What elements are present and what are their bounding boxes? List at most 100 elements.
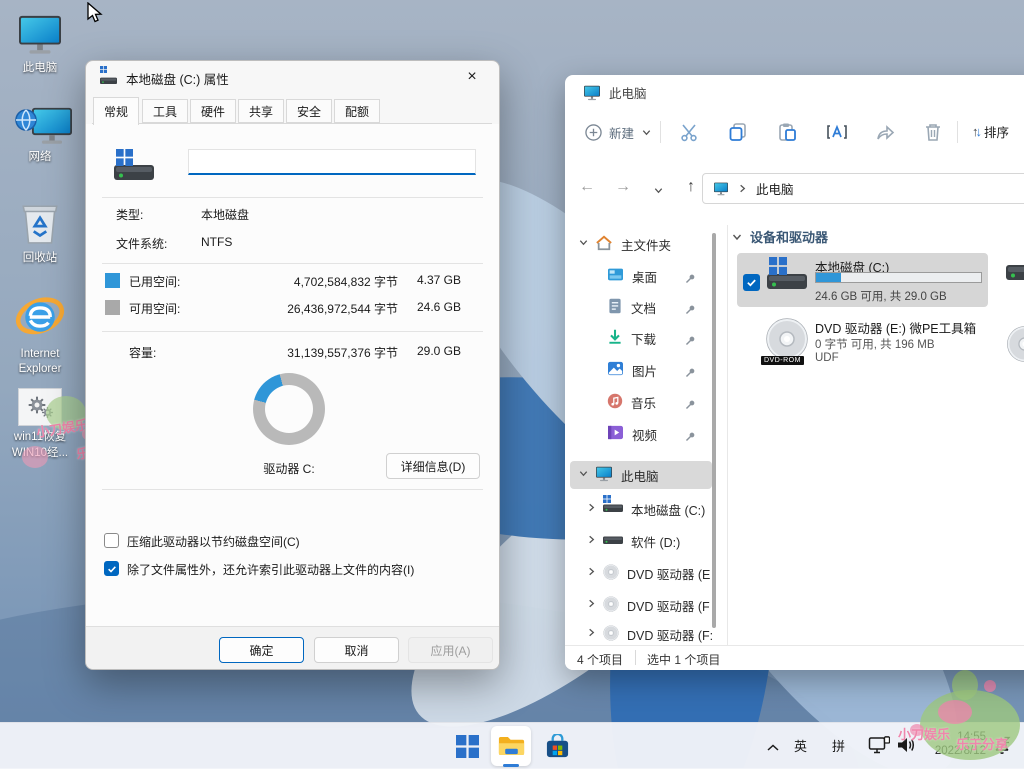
pin-icon <box>685 397 696 415</box>
tray-overflow-chevron[interactable] <box>766 740 780 758</box>
this-pc-icon <box>17 14 63 56</box>
clock[interactable]: 14:55 2022/8/12 <box>920 730 986 758</box>
videos-icon <box>607 425 624 440</box>
new-button[interactable]: 新建 <box>585 123 652 142</box>
selection-checkbox[interactable] <box>743 274 760 291</box>
download-icon <box>607 329 623 345</box>
copy-button[interactable] <box>728 122 748 147</box>
sidebar-item-label: 本地磁盘 (C:) <box>631 500 705 519</box>
tab-quota[interactable]: 配额 <box>334 99 380 123</box>
taskbar-file-explorer-button[interactable] <box>491 726 531 766</box>
start-button[interactable] <box>447 726 487 766</box>
pin-icon <box>685 271 696 289</box>
sort-button[interactable]: ↑↓ 排序 <box>972 122 1009 141</box>
dvd-name: DVD 驱动器 (E:) 微PE工具箱 <box>815 318 976 337</box>
details-button[interactable]: 详细信息(D) <box>386 453 480 479</box>
sort-icon: ↑↓ <box>972 124 979 139</box>
compress-checkbox[interactable] <box>104 533 119 548</box>
free-space-legend-swatch <box>105 300 120 315</box>
desktop-icon-label: 网络 <box>2 150 78 165</box>
network-globe-icon <box>14 108 38 132</box>
tab-security[interactable]: 安全 <box>286 99 332 123</box>
chevron-right-icon[interactable] <box>586 566 597 577</box>
tab-tools[interactable]: 工具 <box>142 99 188 123</box>
dvd-e-item[interactable]: DVD-ROM DVD 驱动器 (E:) 微PE工具箱 0 字节 可用, 共 1… <box>737 315 988 371</box>
delete-button[interactable] <box>923 122 943 147</box>
dvd-f-item-partial[interactable] <box>1006 325 1024 368</box>
drive-caption: 24.6 GB 可用, 共 29.0 GB <box>815 288 947 304</box>
sidebar-item-dvd-f2[interactable]: DVD 驱动器 (F:) <box>570 623 712 645</box>
capacity-size: 29.0 GB <box>406 344 461 358</box>
drive-d-item-partial[interactable] <box>1006 265 1024 286</box>
tab-sharing[interactable]: 共享 <box>238 99 284 123</box>
index-checkbox[interactable] <box>104 561 119 576</box>
toolbar-divider <box>957 121 958 143</box>
recycle-bin-icon <box>17 200 63 246</box>
desktop-icon-label: 回收站 <box>2 251 78 266</box>
back-button[interactable]: ← <box>579 178 595 196</box>
cancel-button[interactable]: 取消 <box>314 637 399 663</box>
capacity-label: 容量: <box>129 344 156 361</box>
capacity-bytes: 31,139,557,376 字节 <box>248 344 398 361</box>
type-label: 类型: <box>116 206 143 223</box>
desktop-folder-icon <box>607 267 624 282</box>
separator <box>102 489 483 490</box>
sidebar-item-home[interactable]: 主文件夹 <box>570 230 712 258</box>
sidebar-item-software-d[interactable]: 软件 (D:) <box>570 527 712 555</box>
chevron-down-icon <box>653 185 664 196</box>
rename-icon <box>826 122 848 142</box>
forward-button[interactable]: → <box>615 178 631 196</box>
cut-button[interactable] <box>679 122 699 147</box>
paste-button[interactable] <box>777 122 797 147</box>
apply-button[interactable]: 应用(A) <box>408 637 493 663</box>
compress-checkbox-label[interactable]: 压缩此驱动器以节约磁盘空间(C) <box>127 533 300 550</box>
sidebar-item-dvd-e[interactable]: DVD 驱动器 (E <box>570 559 712 587</box>
chevron-right-icon[interactable] <box>586 534 597 545</box>
chevron-right-icon[interactable] <box>586 627 597 638</box>
internet-explorer-icon <box>15 292 65 342</box>
desktop-icon-label: 此电脑 <box>2 61 78 76</box>
tab-hardware[interactable]: 硬件 <box>190 99 236 123</box>
drive-c-item[interactable]: 本地磁盘 (C:) 24.6 GB 可用, 共 29.0 GB <box>737 253 988 307</box>
pane-divider[interactable] <box>727 225 728 645</box>
volume-label-input[interactable] <box>188 149 476 175</box>
status-divider <box>635 650 636 665</box>
sidebar-item-this-pc[interactable]: 此电脑 <box>570 461 712 489</box>
share-button[interactable] <box>875 122 895 147</box>
close-button[interactable]: × <box>457 65 487 89</box>
index-checkbox-label[interactable]: 除了文件属性外，还允许索引此驱动器上文件的内容(I) <box>127 561 414 578</box>
desktop-icon-this-pc[interactable]: 此电脑 <box>2 14 78 76</box>
breadcrumb-root[interactable]: 此电脑 <box>756 179 794 198</box>
pin-icon <box>685 429 696 447</box>
sidebar-item-local-disk-c[interactable]: 本地磁盘 (C:) <box>570 495 712 523</box>
up-button[interactable]: ↑ <box>687 178 695 196</box>
network-tray-icon[interactable] <box>868 736 890 759</box>
chevron-right-icon[interactable] <box>586 502 597 513</box>
chevron-down-icon[interactable] <box>578 237 589 248</box>
disc-icon <box>1006 325 1024 363</box>
notification-bell-icon[interactable] <box>992 736 1012 761</box>
address-bar[interactable]: 此电脑 <box>702 173 1024 204</box>
rename-button[interactable] <box>826 122 848 147</box>
group-header-devices[interactable]: 设备和驱动器 <box>731 227 828 246</box>
sidebar-scrollbar[interactable] <box>712 233 716 628</box>
desktop-icon-label2: WIN10经... <box>2 446 78 461</box>
this-pc-icon <box>583 85 601 101</box>
history-chevron-button[interactable] <box>653 183 664 201</box>
tab-general[interactable]: 常规 <box>93 97 139 125</box>
explorer-tab[interactable]: 此电脑 <box>583 83 647 102</box>
ime-mode-indicator[interactable]: 拼 <box>832 736 845 755</box>
taskbar-store-button[interactable] <box>537 726 577 766</box>
dvd-capacity: 0 字节 可用, 共 196 MB <box>815 336 935 352</box>
pin-icon <box>685 333 696 351</box>
chevron-down-icon[interactable] <box>578 468 589 479</box>
desktop-icon-internet-explorer[interactable]: Internet Explorer <box>2 292 78 377</box>
ok-button[interactable]: 确定 <box>219 637 304 663</box>
volume-drive-icon <box>114 149 154 186</box>
desktop-icon-recycle-bin[interactable]: 回收站 <box>2 200 78 266</box>
sidebar-item-dvd-f[interactable]: DVD 驱动器 (F <box>570 591 712 619</box>
ime-language-indicator[interactable]: 英 <box>794 736 807 755</box>
drive-icon <box>603 504 623 513</box>
chevron-right-icon[interactable] <box>586 598 597 609</box>
volume-tray-icon[interactable] <box>896 736 916 759</box>
